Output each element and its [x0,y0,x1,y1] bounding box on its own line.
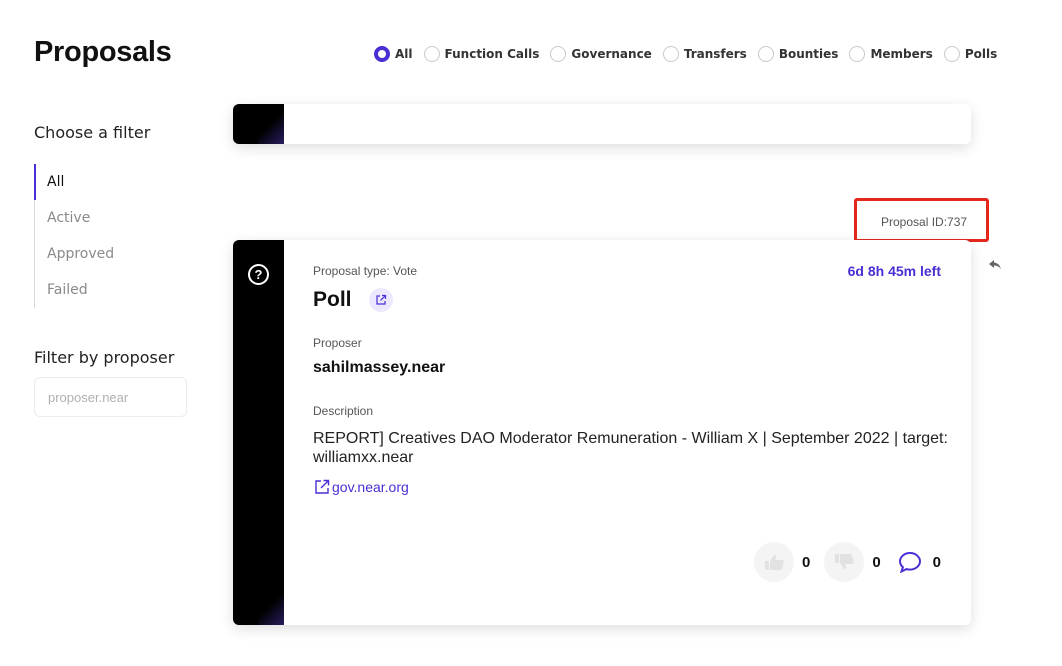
time-left: 6d 8h 45m left [847,263,941,279]
type-option-transfers[interactable]: Transfers [662,46,747,62]
proposal-title: Poll [313,288,352,311]
proposal-type-filter: All Function Calls Governance Transfers … [374,45,1008,63]
external-link-icon [315,479,330,494]
comments-count: 0 [932,553,941,571]
type-option-bounties[interactable]: Bounties [757,46,838,62]
filter-item-failed[interactable]: Failed [35,272,114,308]
filter-item-approved[interactable]: Approved [35,236,114,272]
radio-icon[interactable] [662,46,679,62]
radio-icon[interactable] [849,46,866,62]
proposal-card-previous[interactable] [233,104,971,144]
radio-icon[interactable] [943,46,960,62]
thumbs-up-icon[interactable] [753,542,794,582]
description-label: Description [313,404,374,418]
type-option-function-calls[interactable]: Function Calls [423,46,539,62]
radio-icon[interactable] [757,46,774,62]
type-option-polls[interactable]: Polls [943,46,997,62]
vote-bar: 0 0 0 [753,542,941,582]
radio-icon[interactable] [423,46,440,62]
proposer-search-input[interactable] [34,377,187,417]
reply-icon[interactable] [988,258,1002,276]
radio-selected-icon[interactable] [374,46,390,62]
filter-item-all[interactable]: All [34,164,114,200]
comment-icon[interactable] [895,542,925,582]
status-filter-list: All Active Approved Failed [34,164,114,308]
proposal-type: Proposal type: Vote [313,264,418,278]
type-option-all[interactable]: All [374,46,413,62]
dislikes-count: 0 [872,553,881,571]
type-option-governance[interactable]: Governance [550,46,652,62]
thumbs-down-icon[interactable] [824,542,865,582]
proposer-label: Proposer [313,336,362,350]
filter-by-proposer-heading: Filter by proposer [34,348,175,367]
card-strip [233,104,284,144]
likes-count: 0 [801,553,811,571]
choose-filter-heading: Choose a filter [34,123,151,142]
proposer-name[interactable]: sahilmassey.near [313,359,445,377]
proposal-description: REPORT] Creatives DAO Moderator Remunera… [313,430,948,466]
help-icon[interactable]: ? [248,264,269,285]
page-title: Proposals [34,36,172,68]
forum-link-text: gov.near.org [332,479,409,495]
radio-icon[interactable] [550,46,567,62]
external-link-icon[interactable] [369,288,393,312]
type-option-members[interactable]: Members [849,46,933,62]
proposal-id: Proposal ID:737 [881,215,968,229]
proposal-card[interactable]: ? Proposal type: Vote 6d 8h 45m left Pol… [233,240,971,625]
card-strip: ? [233,240,284,625]
filter-item-active[interactable]: Active [35,200,114,236]
forum-link[interactable]: gov.near.org [313,478,409,496]
